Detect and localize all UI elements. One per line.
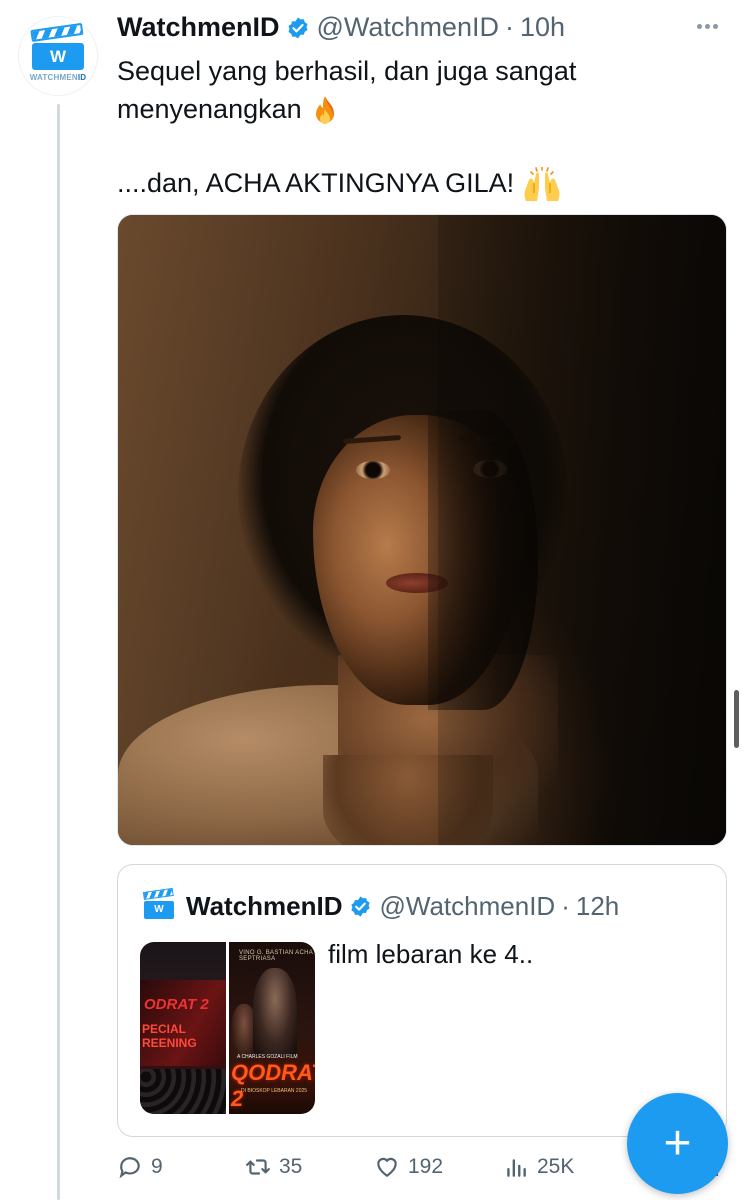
more-options-icon[interactable] xyxy=(697,24,718,29)
thumbnail2-top-caption: VINO G. BASTIAN ACHA SEPTRIASA xyxy=(239,950,313,962)
raising-hands-emoji-icon xyxy=(524,166,560,201)
scrollbar-thumb[interactable] xyxy=(734,690,739,748)
author-handle[interactable]: @WatchmenID xyxy=(317,12,499,43)
quoted-display-name[interactable]: WatchmenID xyxy=(186,891,343,922)
like-count: 192 xyxy=(408,1155,444,1178)
quoted-media-thumbnails[interactable]: ODRAT 2 PECIAL REENING VINO G. BASTIAN A… xyxy=(140,942,315,1114)
tweet-timestamp[interactable]: 10h xyxy=(520,12,565,43)
views-chart-icon xyxy=(507,1159,526,1177)
avatar-brand-text: WATCHMENID xyxy=(29,73,87,82)
reply-button[interactable]: 9 xyxy=(117,1154,163,1180)
heart-icon xyxy=(377,1157,397,1177)
separator-dot: · xyxy=(504,12,514,42)
quoted-tweet-text: film lebaran ke 4.. xyxy=(328,939,534,969)
verified-badge-icon xyxy=(350,896,370,917)
retweet-button[interactable]: 35 xyxy=(245,1154,302,1180)
quoted-thumbnail-screening[interactable]: ODRAT 2 PECIAL REENING xyxy=(140,942,226,1114)
fire-emoji-icon xyxy=(315,95,334,124)
quoted-tweet-card[interactable]: W WatchmenID @WatchmenID · 12h ODRAT 2 P… xyxy=(117,864,727,1137)
thumbnail2-title: QODRAT 2 xyxy=(231,1060,315,1111)
quoted-avatar-letter: W xyxy=(144,901,174,919)
tweet-text-line-3: ....dan, ACHA AKTINGNYA GILA! xyxy=(117,164,562,203)
separator-dot: · xyxy=(561,891,570,921)
reply-count: 9 xyxy=(151,1155,163,1178)
quoted-tweet-header: WatchmenID @WatchmenID · 12h xyxy=(186,891,619,922)
avatar[interactable]: W WATCHMENID xyxy=(18,16,98,96)
tweet-action-bar: 9 35 192 25K xyxy=(117,1148,657,1188)
thumbnail2-subtitle: DI BIOSKOP LEBARAN 2025 xyxy=(241,1088,308,1094)
thread-connector-line xyxy=(57,104,60,1200)
thumbnail1-title: ODRAT 2 xyxy=(144,996,209,1013)
avatar-letter: W xyxy=(32,43,84,70)
quoted-avatar[interactable]: W xyxy=(142,887,174,920)
tweet-photo[interactable] xyxy=(117,214,727,846)
reply-icon xyxy=(119,1157,140,1179)
tweet-header: WatchmenID @WatchmenID · 10h xyxy=(117,12,565,43)
verified-badge-icon xyxy=(288,17,308,38)
like-button[interactable]: 192 xyxy=(374,1154,443,1180)
retweet-icon xyxy=(246,1159,270,1175)
compose-tweet-button[interactable]: + xyxy=(627,1093,728,1194)
quoted-handle[interactable]: @WatchmenID xyxy=(380,891,556,922)
retweet-count: 35 xyxy=(279,1155,303,1178)
thumbnail1-caption: PECIAL REENING xyxy=(142,1022,197,1050)
views-count: 25K xyxy=(537,1155,575,1178)
clapperboard-icon: W xyxy=(30,22,84,70)
views-button[interactable]: 25K xyxy=(503,1154,574,1180)
tweet-text-line-2: menyenangkan xyxy=(117,90,340,128)
author-display-name[interactable]: WatchmenID xyxy=(117,12,280,43)
tweet-text-line-1: Sequel yang berhasil, dan juga sangat xyxy=(117,56,577,86)
quoted-timestamp[interactable]: 12h xyxy=(576,891,619,922)
quoted-thumbnail-poster[interactable]: VINO G. BASTIAN ACHA SEPTRIASA A CHARLES… xyxy=(229,942,315,1114)
